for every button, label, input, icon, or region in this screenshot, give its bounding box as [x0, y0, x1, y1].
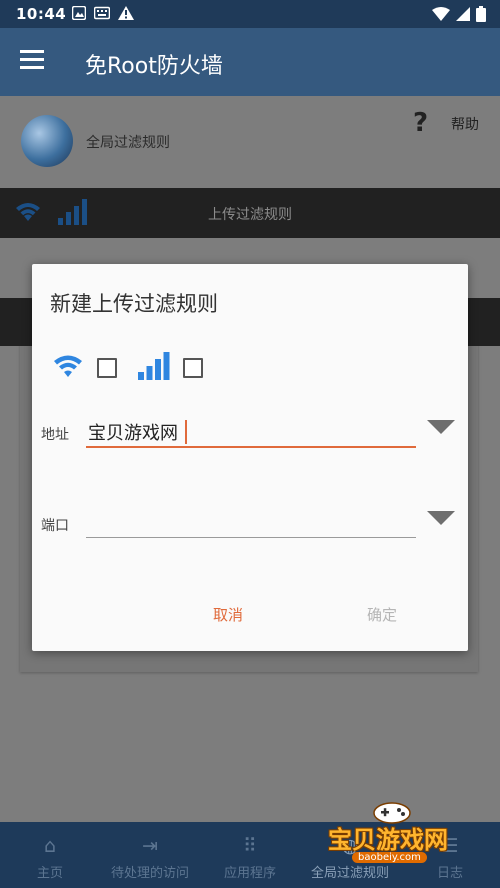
apps-grid-icon: ⠿: [243, 835, 257, 857]
cancel-button[interactable]: 取消: [213, 604, 243, 625]
home-icon: ⌂: [43, 835, 57, 857]
photo-notification-icon: [72, 6, 86, 20]
wifi-checkbox[interactable]: [97, 358, 117, 378]
app-toolbar: 免Root防火墙: [0, 28, 500, 96]
watermark-url: baobeiy.com: [352, 852, 427, 863]
nav-item-pending[interactable]: ⇥ 待处理的访问: [100, 822, 200, 888]
watermark-logo: 宝贝游戏网 baobeiy.com: [320, 800, 470, 868]
nav-label: 日志: [436, 866, 463, 881]
nav-item-apps[interactable]: ⠿ 应用程序: [200, 822, 300, 888]
new-upload-rule-dialog: 新建上传过滤规则 地址 端口 取消 确定: [32, 264, 468, 651]
help-label[interactable]: 帮助: [451, 114, 479, 134]
port-field[interactable]: [86, 508, 420, 538]
globe-icon: [21, 115, 73, 167]
dialog-title: 新建上传过滤规则: [50, 292, 218, 316]
status-time: 10:44: [16, 5, 67, 23]
nav-label: 待处理的访问: [110, 866, 189, 881]
keyboard-notification-icon: [94, 6, 110, 20]
nav-label: 主页: [36, 866, 63, 881]
warning-notification-icon: [118, 6, 134, 20]
arrow-to-bar-icon: ⇥: [142, 835, 158, 857]
watermark-text: 宝贝游戏网: [328, 826, 448, 854]
address-dropdown-icon[interactable]: [427, 420, 455, 434]
help-icon[interactable]: ?: [413, 108, 428, 138]
address-underline: [86, 446, 416, 448]
upload-rules-header: 上传过滤规则: [0, 188, 500, 238]
global-rules-row[interactable]: 全局过滤规则 ? 帮助: [0, 96, 500, 188]
address-field[interactable]: [86, 418, 420, 448]
nav-label: 全局过滤规则: [310, 866, 389, 881]
status-bar: 10:44: [0, 0, 500, 28]
port-underline: [86, 537, 416, 538]
address-label: 地址: [41, 427, 69, 443]
hamburger-menu-icon[interactable]: [20, 50, 44, 70]
port-dropdown-icon[interactable]: [427, 511, 455, 525]
upload-rules-title: 上传过滤规则: [208, 207, 292, 223]
battery-icon: [476, 6, 486, 22]
mobile-data-checkbox[interactable]: [183, 358, 203, 378]
address-input[interactable]: [86, 418, 420, 446]
wifi-signal-icon: [432, 7, 450, 21]
wifi-icon: [54, 355, 82, 377]
confirm-button[interactable]: 确定: [367, 604, 397, 625]
cell-signal-icon: [456, 7, 470, 21]
port-label: 端口: [41, 518, 69, 534]
mobile-data-icon: [138, 352, 170, 380]
port-input[interactable]: [86, 508, 420, 536]
toolbar-title: 免Root防火墙: [85, 54, 223, 79]
nav-item-home[interactable]: ⌂ 主页: [0, 822, 100, 888]
text-caret: [185, 420, 187, 444]
nav-label: 应用程序: [223, 866, 276, 881]
global-rules-label: 全局过滤规则: [86, 135, 170, 151]
